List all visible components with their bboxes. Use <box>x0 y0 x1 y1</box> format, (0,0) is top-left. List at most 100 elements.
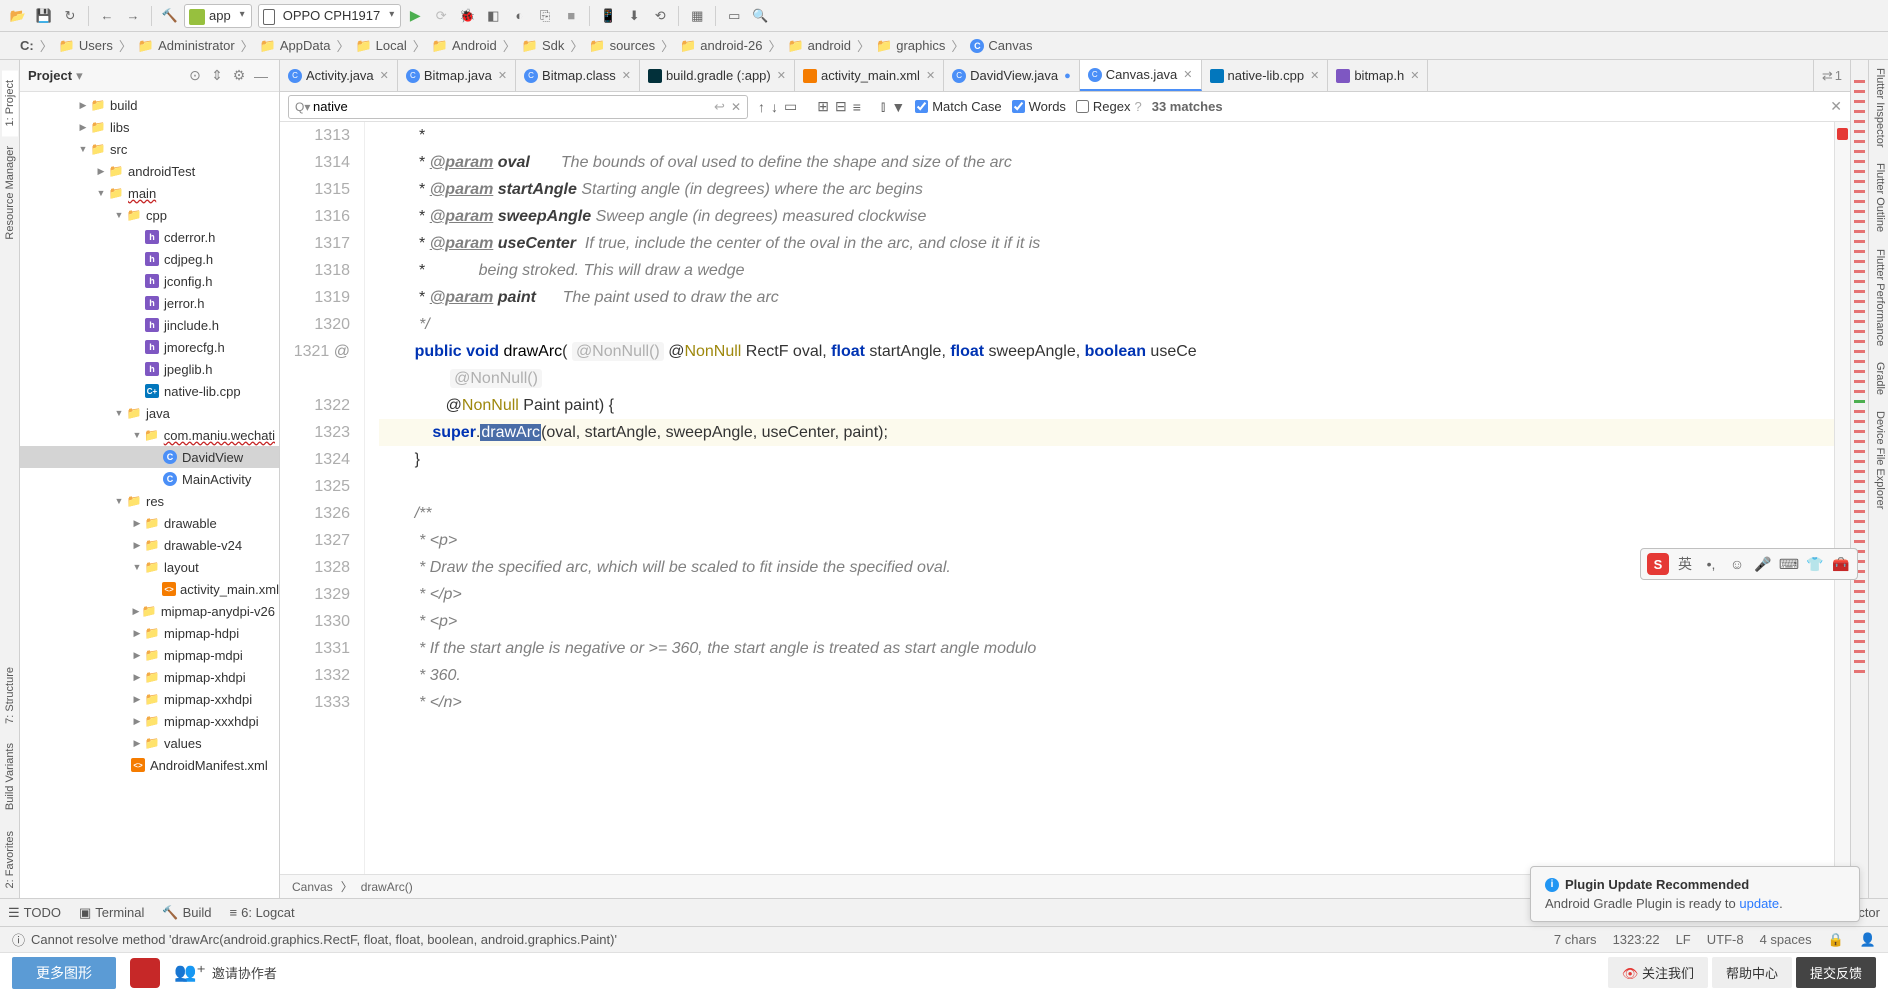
editor-tab[interactable]: build.gradle (:app)✕ <box>640 60 795 91</box>
status-indent[interactable]: 4 spaces <box>1760 932 1812 948</box>
tree-item[interactable]: ▼📁java <box>20 402 279 424</box>
avd-icon[interactable]: 📱 <box>596 4 620 28</box>
close-icon[interactable]: ✕ <box>622 69 631 82</box>
select-all-icon[interactable]: ▭ <box>784 98 797 115</box>
profile-icon[interactable]: ◧ <box>481 4 505 28</box>
side-tab-project[interactable]: 1: Project <box>2 70 18 136</box>
lock-icon[interactable]: 🔒 <box>1828 932 1844 948</box>
close-icon[interactable]: ✕ <box>1310 69 1319 82</box>
right-tab[interactable]: Flutter Performance <box>1869 241 1888 354</box>
tree-item[interactable]: hjerror.h <box>20 292 279 314</box>
bc-item[interactable]: 📁Users <box>59 38 113 54</box>
tree-item[interactable]: hjpeglib.h <box>20 358 279 380</box>
prev-match-icon[interactable]: ↑ <box>758 99 765 115</box>
close-icon[interactable]: ✕ <box>380 69 389 82</box>
editor-tab[interactable]: CActivity.java✕ <box>280 60 398 91</box>
sdk-icon[interactable]: ⬇ <box>622 4 646 28</box>
bc-drive[interactable]: C: <box>20 38 34 53</box>
tree-item[interactable]: CMainActivity <box>20 468 279 490</box>
ime-keyboard-icon[interactable]: ⌨ <box>1779 554 1799 574</box>
error-stripe[interactable] <box>1834 122 1850 874</box>
tree-item[interactable]: hcderror.h <box>20 226 279 248</box>
bc-item[interactable]: 📁android-26 <box>680 38 762 54</box>
bc-item[interactable]: 📁Administrator <box>138 38 235 54</box>
side-tab-buildvar[interactable]: Build Variants <box>2 733 18 820</box>
tree-item[interactable]: ▶📁libs <box>20 116 279 138</box>
tree-item[interactable]: hjinclude.h <box>20 314 279 336</box>
editor-tab[interactable]: activity_main.xml✕ <box>795 60 944 91</box>
right-tab[interactable]: Gradle <box>1869 354 1888 403</box>
debug-icon[interactable]: 🐞 <box>455 4 479 28</box>
right-tab[interactable]: Flutter Outline <box>1869 155 1888 240</box>
editor-tab[interactable]: CBitmap.java✕ <box>398 60 516 91</box>
tree-item[interactable]: hcdjpeg.h <box>20 248 279 270</box>
target-icon[interactable]: ⊙ <box>185 66 205 86</box>
tree-item[interactable]: ▼📁res <box>20 490 279 512</box>
tree-item[interactable]: ▶📁values <box>20 732 279 754</box>
add-selection-icon[interactable]: ⊞ <box>817 98 829 115</box>
ime-toolbox-icon[interactable]: 🧰 <box>1831 554 1851 574</box>
ime-logo-icon[interactable]: S <box>1647 553 1669 575</box>
bc-item[interactable]: 📁graphics <box>876 38 945 54</box>
bc-item[interactable]: 📁sources <box>589 38 655 54</box>
apply-changes-icon[interactable]: ⟳ <box>429 4 453 28</box>
editor-tab[interactable]: native-lib.cpp✕ <box>1202 60 1329 91</box>
side-tab-fav[interactable]: 2: Favorites <box>2 821 18 898</box>
bc-class[interactable]: Canvas <box>292 880 333 894</box>
tab-counter[interactable]: ⇄ 1 <box>1813 60 1850 91</box>
tree-item[interactable]: hjconfig.h <box>20 270 279 292</box>
follow-button[interactable]: 👁 关注我们 <box>1608 957 1708 988</box>
history-icon[interactable]: ↩ <box>714 99 725 115</box>
project-tree[interactable]: ▶📁build ▶📁libs ▼📁src ▶📁androidTest ▼📁mai… <box>20 92 279 898</box>
ime-voice-icon[interactable]: 🎤 <box>1753 554 1773 574</box>
ime-skin-icon[interactable]: 👕 <box>1805 554 1825 574</box>
tree-item[interactable]: ▶📁mipmap-mdpi <box>20 644 279 666</box>
open-icon[interactable]: 📂 <box>6 4 30 28</box>
sync-icon[interactable]: ↻ <box>58 4 82 28</box>
bc-item[interactable]: 📁Sdk <box>522 38 565 54</box>
side-tab-structure[interactable]: 7: Structure <box>2 657 18 734</box>
bc-item[interactable]: 📁Android <box>432 38 497 54</box>
tree-item[interactable]: ▶📁mipmap-xhdpi <box>20 666 279 688</box>
next-match-icon[interactable]: ↓ <box>771 99 778 115</box>
editor-tab[interactable]: CDavidView.java● <box>944 60 1080 91</box>
tree-item[interactable]: <>AndroidManifest.xml <box>20 754 279 776</box>
find-input[interactable] <box>295 99 714 114</box>
in-selection-icon[interactable]: ⫾ <box>881 98 885 115</box>
btab-build[interactable]: 🔨 Build <box>162 905 211 921</box>
words-check[interactable]: Words <box>1012 99 1066 114</box>
select-occurrences-icon[interactable]: ≡ <box>853 99 861 115</box>
forward-icon[interactable]: → <box>121 4 145 28</box>
tree-item[interactable]: ▶📁mipmap-anydpi-v26 <box>20 600 279 622</box>
help-button[interactable]: 帮助中心 <box>1712 957 1792 988</box>
window-icon[interactable]: ▭ <box>722 4 746 28</box>
match-case-check[interactable]: Match Case <box>915 99 1001 114</box>
hide-icon[interactable]: — <box>251 66 271 86</box>
editor-tab[interactable]: bitmap.h✕ <box>1328 60 1428 91</box>
close-icon[interactable]: ● <box>1064 70 1071 82</box>
editor-tab[interactable]: CCanvas.java✕ <box>1080 60 1202 91</box>
run-icon[interactable]: ▶ <box>403 4 427 28</box>
tree-item[interactable]: hjmorecfg.h <box>20 336 279 358</box>
status-line-ending[interactable]: LF <box>1676 932 1691 948</box>
tree-item-davidview[interactable]: CDavidView <box>20 446 279 468</box>
collapse-icon[interactable]: ⇕ <box>207 66 227 86</box>
tree-item[interactable]: ▶📁androidTest <box>20 160 279 182</box>
filter-icon[interactable]: ▼ <box>891 99 905 115</box>
bc-item[interactable]: 📁AppData <box>260 38 331 54</box>
sync2-icon[interactable]: ⟲ <box>648 4 672 28</box>
right-tab[interactable]: Device File Explorer <box>1869 403 1888 517</box>
bc-item[interactable]: 📁Local <box>355 38 406 54</box>
feedback-button[interactable]: 提交反馈 <box>1796 957 1876 988</box>
structure2-icon[interactable]: ▦ <box>685 4 709 28</box>
btab-logcat[interactable]: ≡ 6: Logcat <box>230 905 295 920</box>
gear-icon[interactable]: ⚙ <box>229 66 249 86</box>
tree-item[interactable]: ▶📁mipmap-xxxhdpi <box>20 710 279 732</box>
close-icon[interactable]: ✕ <box>498 69 507 82</box>
stop-icon[interactable]: ■ <box>559 4 583 28</box>
ime-toolbar[interactable]: S 英 •, ☺ 🎤 ⌨ 👕 🧰 <box>1640 548 1858 580</box>
invite-button[interactable]: 👥⁺邀请协作者 <box>174 962 277 983</box>
close-icon[interactable]: ✕ <box>1410 69 1419 82</box>
editor-tab[interactable]: CBitmap.class✕ <box>516 60 640 91</box>
coverage-icon[interactable]: ◐ <box>507 4 531 28</box>
